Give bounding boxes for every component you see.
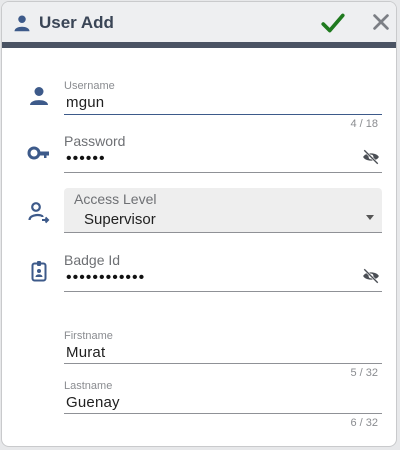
- lastname-field[interactable]: Lastname Guenay: [64, 380, 382, 414]
- badge-icon: [31, 261, 47, 282]
- firstname-counter: 5 / 32: [350, 367, 378, 379]
- username-field[interactable]: Username mgun: [64, 80, 382, 115]
- dropdown-arrow-icon: [366, 215, 374, 220]
- eye-off-icon[interactable]: [362, 267, 380, 285]
- person-icon: [14, 15, 30, 32]
- firstname-field[interactable]: Firstname Murat: [64, 330, 382, 364]
- password-value: ••••••: [66, 150, 106, 167]
- badge-id-value: ••••••••••••: [66, 269, 146, 286]
- user-add-dialog: User Add Username mgun 4 / 18 Password •…: [1, 1, 397, 447]
- dialog-header: User Add: [2, 2, 396, 48]
- firstname-value: Murat: [66, 344, 106, 361]
- firstname-label: Firstname: [64, 330, 113, 342]
- password-field[interactable]: Password ••••••: [64, 132, 382, 173]
- access-level-select[interactable]: Access Level Supervisor: [64, 188, 382, 233]
- dialog-title: User Add: [39, 13, 114, 32]
- username-label: Username: [64, 80, 115, 92]
- eye-off-icon[interactable]: [362, 148, 380, 166]
- badge-id-label: Badge Id: [64, 252, 121, 268]
- close-button[interactable]: [370, 11, 392, 33]
- key-icon: [27, 146, 49, 160]
- lastname-value: Guenay: [66, 394, 120, 411]
- password-label: Password: [64, 133, 126, 149]
- access-level-label: Access Level: [74, 191, 157, 207]
- lastname-label: Lastname: [64, 380, 113, 392]
- access-level-value: Supervisor: [84, 211, 156, 228]
- person-arrow-icon: [28, 202, 50, 224]
- confirm-button[interactable]: [320, 10, 346, 36]
- lastname-counter: 6 / 32: [350, 417, 378, 429]
- person-icon: [30, 87, 48, 105]
- username-counter: 4 / 18: [350, 118, 378, 130]
- badge-id-field[interactable]: Badge Id ••••••••••••: [64, 251, 382, 292]
- username-value: mgun: [66, 94, 105, 111]
